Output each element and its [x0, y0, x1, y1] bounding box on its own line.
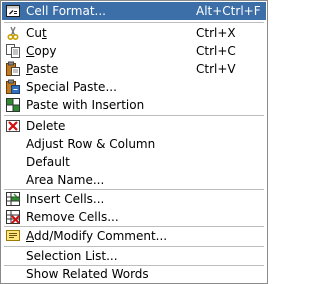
menu-item-label: Area Name... [26, 173, 105, 187]
comment-icon [5, 228, 21, 244]
menu-separator [4, 22, 264, 23]
menu-item-shortcut: Ctrl+C [196, 44, 236, 58]
menu-item-label: Delete [26, 119, 66, 133]
paste-icon [5, 61, 21, 77]
remove-cells-icon [5, 209, 21, 225]
menu-item-label: Cu [26, 26, 42, 40]
menu-item-label: Selection List... [26, 249, 118, 263]
menu-item-label: Insert Cells... [26, 192, 105, 206]
menu-item-remove-cells[interactable]: Remove Cells... [2, 208, 266, 226]
menu-item-label: Paste with Insertion [26, 98, 145, 112]
cell-format-icon [5, 3, 21, 19]
menu-item-shortcut: Alt+Ctrl+F [196, 4, 261, 18]
menu-item-paste[interactable]: Paste Ctrl+V [2, 60, 266, 78]
menu-item-cell-format[interactable]: Cell Format... Alt+Ctrl+F [2, 2, 266, 20]
menu-item-adjust-row-column[interactable]: Adjust Row & Column [2, 135, 266, 153]
menu-item-shortcut: Ctrl+V [196, 62, 236, 76]
menu-item-label-rest: dd/Modify Comment... [34, 229, 168, 243]
special-paste-icon [5, 79, 21, 95]
menu-item-special-paste[interactable]: Special Paste... [2, 78, 266, 96]
menu-item-label: Show Related Words [26, 267, 149, 281]
menu-separator [4, 115, 264, 116]
menu-item-paste-with-insertion[interactable]: Paste with Insertion [2, 96, 266, 114]
menu-item-area-name[interactable]: Area Name... [2, 171, 266, 189]
copy-icon [5, 43, 21, 59]
context-menu: Cell Format... Alt+Ctrl+F Cut Ctrl+X Cop… [0, 0, 268, 284]
menu-item-cut[interactable]: Cut Ctrl+X [2, 24, 266, 42]
menu-item-mnemonic: P [26, 62, 33, 76]
paste-insert-icon [5, 97, 21, 113]
menu-item-insert-cells[interactable]: Insert Cells... [2, 190, 266, 208]
context-menu-body: Cell Format... Alt+Ctrl+F Cut Ctrl+X Cop… [2, 2, 266, 282]
menu-item-shortcut: Ctrl+X [196, 26, 236, 40]
menu-item-default[interactable]: Default [2, 153, 266, 171]
menu-item-label: Cell Format... [26, 4, 106, 18]
menu-item-copy[interactable]: Copy Ctrl+C [2, 42, 266, 60]
delete-icon [5, 118, 21, 134]
menu-item-selection-list[interactable]: Selection List... [2, 247, 266, 265]
scissors-icon [5, 25, 21, 41]
menu-item-delete[interactable]: Delete [2, 117, 266, 135]
menu-item-label: Special Paste... [26, 80, 117, 94]
menu-item-label: Adjust Row & Column [26, 137, 156, 151]
menu-item-label: Remove Cells... [26, 210, 119, 224]
menu-item-mnemonic: A [26, 229, 34, 243]
insert-cells-icon [5, 191, 21, 207]
menu-item-label: Default [26, 155, 70, 169]
menu-item-add-modify-comment[interactable]: Add/Modify Comment... [2, 227, 266, 245]
menu-item-label-rest: aste [32, 62, 59, 76]
menu-item-label-rest: opy [34, 44, 57, 58]
menu-item-show-related-words[interactable]: Show Related Words [2, 265, 266, 283]
menu-item-mnemonic: t [41, 26, 47, 40]
